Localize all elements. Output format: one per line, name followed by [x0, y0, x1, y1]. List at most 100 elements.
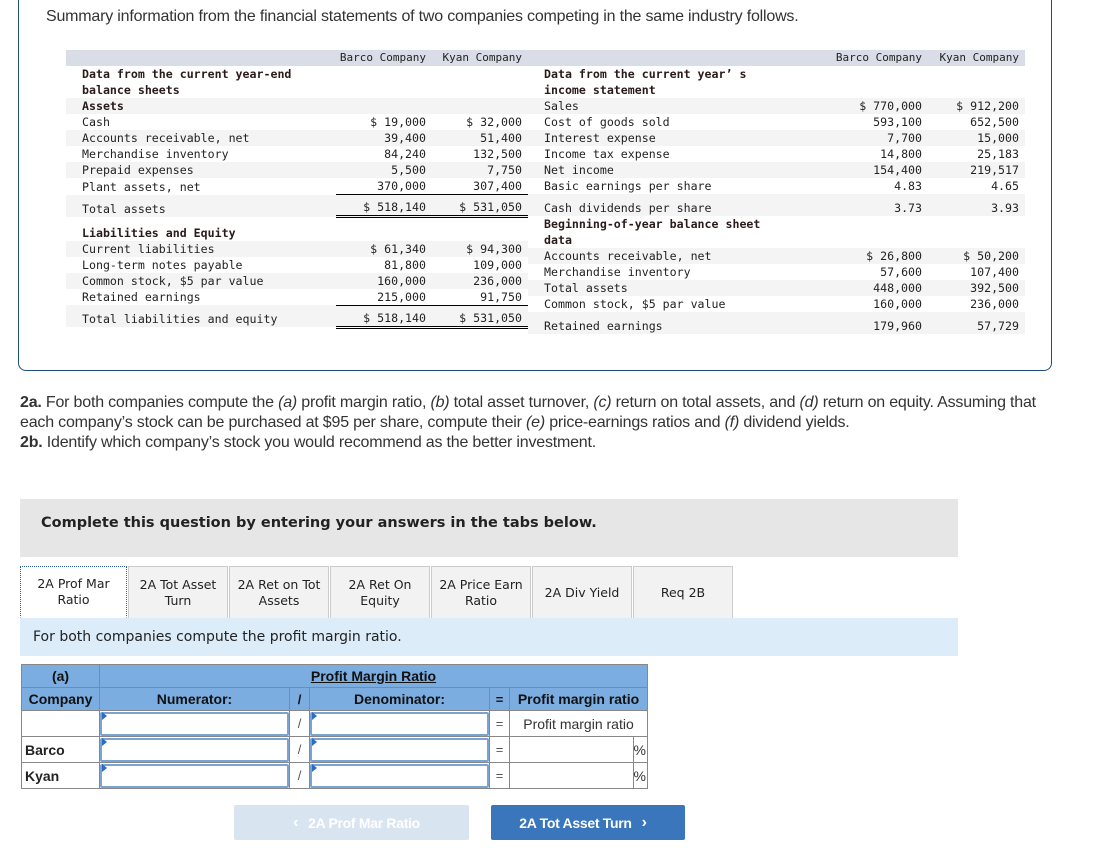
- tab-2a-div-yield[interactable]: 2A Div Yield: [532, 566, 632, 618]
- section-title: data: [544, 233, 572, 247]
- numerator-cell: [99, 762, 290, 789]
- numerator-label-input[interactable]: [100, 711, 289, 736]
- denominator-label-input[interactable]: [310, 711, 489, 736]
- table-row: Long-term notes payable 81,800 109,000: [66, 257, 528, 273]
- row-label: Interest expense: [528, 130, 832, 146]
- next-tab-button[interactable]: 2A Tot Asset Turn ›: [491, 805, 685, 840]
- col-header-kyan: Kyan Company: [432, 50, 528, 66]
- tab-2a-prof-mar-ratio[interactable]: 2A Prof Mar Ratio: [20, 566, 127, 618]
- question-text-part: total asset turnover,: [449, 394, 594, 411]
- denominator-cell: [309, 762, 490, 789]
- kyan-value: 3.93: [928, 194, 1025, 216]
- part-a-label: (a): [278, 394, 298, 411]
- kyan-value: 57,729: [928, 312, 1025, 334]
- barco-numerator-input[interactable]: [100, 737, 289, 762]
- tab-label: Equity: [360, 592, 400, 608]
- kyan-value: $ 50,200: [928, 248, 1025, 264]
- row-label: Basic earnings per share: [544, 179, 712, 193]
- table-row: Interest expense 7,700 15,000: [528, 130, 1025, 146]
- row-label: Total assets: [528, 280, 832, 296]
- barco-value: 84,240: [384, 147, 426, 161]
- kyan-result-input[interactable]: [509, 762, 634, 789]
- barco-value: $ 26,800: [831, 248, 929, 264]
- tab-2a-price-earn-ratio[interactable]: 2A Price Earn Ratio: [431, 566, 531, 618]
- tab-bar: 2A Prof Mar Ratio 2A Tot Asset Turn 2A Ret…: [20, 566, 734, 618]
- kyan-value: 392,500: [928, 280, 1025, 296]
- table-row: Common stock, $5 par value 160,000 236,000: [528, 296, 1025, 312]
- tab-instructions: For both companies compute the profit ma…: [20, 618, 958, 656]
- kyan-value: 4.65: [991, 179, 1019, 193]
- row-label: Common stock, $5 par value: [66, 272, 336, 289]
- row-label: Income tax expense: [544, 147, 670, 161]
- row-label: Merchandise inventory: [82, 147, 229, 161]
- table-row: Cash dividends per share 3.73 3.93: [528, 194, 1025, 216]
- tab-label: 2A Tot Asset: [139, 576, 217, 592]
- row-label: Cost of goods sold: [544, 115, 670, 129]
- numerator-cell: [99, 710, 290, 737]
- company-name: Barco: [21, 736, 100, 763]
- row-label: Net income: [528, 162, 832, 178]
- kyan-value: 15,000: [928, 130, 1025, 146]
- instructions-text: Complete this question by entering your …: [41, 515, 597, 531]
- table-title-text: Profit Margin Ratio: [310, 668, 437, 684]
- row-label: Total assets: [66, 194, 336, 217]
- barco-value: 160,000: [336, 272, 432, 289]
- tab-label: Turn: [164, 592, 192, 608]
- kyan-numerator-input[interactable]: [100, 763, 289, 788]
- next-tab-label: 2A Tot Asset Turn: [519, 814, 632, 831]
- section-title: Beginning-of-year balance sheet: [544, 217, 761, 231]
- question-2a-label: 2a.: [20, 394, 42, 411]
- kyan-value: 109,000: [473, 257, 522, 272]
- question-text-part: Identify which company’s stock you would…: [42, 434, 596, 451]
- barco-result-input[interactable]: [509, 736, 634, 763]
- question-text: 2a. For both companies compute the (a) p…: [20, 393, 1060, 453]
- barco-value: 593,100: [873, 115, 923, 129]
- prev-tab-label: 2A Prof Mar Ratio: [308, 814, 420, 831]
- tab-2a-ret-on-tot-assets[interactable]: 2A Ret on Tot Assets: [229, 566, 329, 618]
- prev-tab-button[interactable]: ‹ 2A Prof Mar Ratio: [234, 805, 469, 840]
- divide-symbol: /: [289, 762, 310, 789]
- tab-label: 2A Div Yield: [544, 584, 620, 600]
- kyan-denominator-input[interactable]: [310, 763, 489, 788]
- denominator-header: Denominator:: [309, 687, 490, 711]
- table-row: Merchandise inventory 57,600 107,400: [528, 264, 1025, 280]
- liabilities-heading: Liabilities and Equity: [82, 225, 236, 240]
- barco-value: 160,000: [873, 297, 923, 311]
- row-label: Accounts receivable, net: [66, 130, 336, 146]
- tab-label: Ratio: [464, 592, 498, 608]
- barco-value: 448,000: [831, 280, 929, 296]
- total-row: Total assets $ 518,140 $ 531,050: [66, 194, 528, 218]
- barco-value: 5,500: [336, 162, 432, 178]
- kyan-value: 25,183: [977, 147, 1019, 161]
- row-label: Common stock, $5 par value: [544, 297, 726, 311]
- part-label: (a): [21, 664, 100, 688]
- tab-label: Assets: [258, 592, 300, 608]
- kyan-value: $ 531,050: [432, 194, 528, 218]
- section-title: balance sheets: [82, 83, 180, 97]
- table-row: Merchandise inventory 84,240 132,500: [66, 146, 528, 162]
- equals-symbol: =: [489, 762, 510, 789]
- result-label: Profit margin ratio: [509, 710, 648, 737]
- equals-symbol: =: [489, 687, 510, 711]
- income-statement-table: Barco Company Kyan Company Data from the …: [528, 50, 1025, 334]
- barco-value: 81,800: [384, 257, 426, 272]
- tab-label: 2A Price Earn: [439, 576, 523, 592]
- table-row: Income tax expense 14,800 25,183: [528, 146, 1025, 162]
- divide-symbol: /: [289, 736, 310, 763]
- tab-2a-ret-on-equity[interactable]: 2A Ret On Equity: [330, 566, 430, 618]
- kyan-value: 236,000: [970, 297, 1019, 311]
- question-2b-label: 2b.: [20, 434, 43, 451]
- tab-req-2b[interactable]: Req 2B: [633, 566, 733, 618]
- instructions-bar: Complete this question by entering your …: [20, 499, 958, 557]
- kyan-value: 236,000: [432, 272, 528, 289]
- part-e-label: (e): [526, 414, 545, 431]
- table-row: Prepaid expenses 5,500 7,750: [66, 162, 528, 178]
- barco-value: 57,600: [880, 265, 923, 279]
- divide-symbol: /: [289, 710, 310, 737]
- tab-2a-tot-asset-turn[interactable]: 2A Tot Asset Turn: [128, 566, 228, 618]
- part-c-label: (c): [593, 394, 612, 411]
- kyan-value: 307,400: [432, 178, 528, 195]
- barco-denominator-input[interactable]: [310, 737, 489, 762]
- kyan-value: 219,517: [928, 162, 1025, 178]
- kyan-value: $ 32,000: [466, 115, 522, 129]
